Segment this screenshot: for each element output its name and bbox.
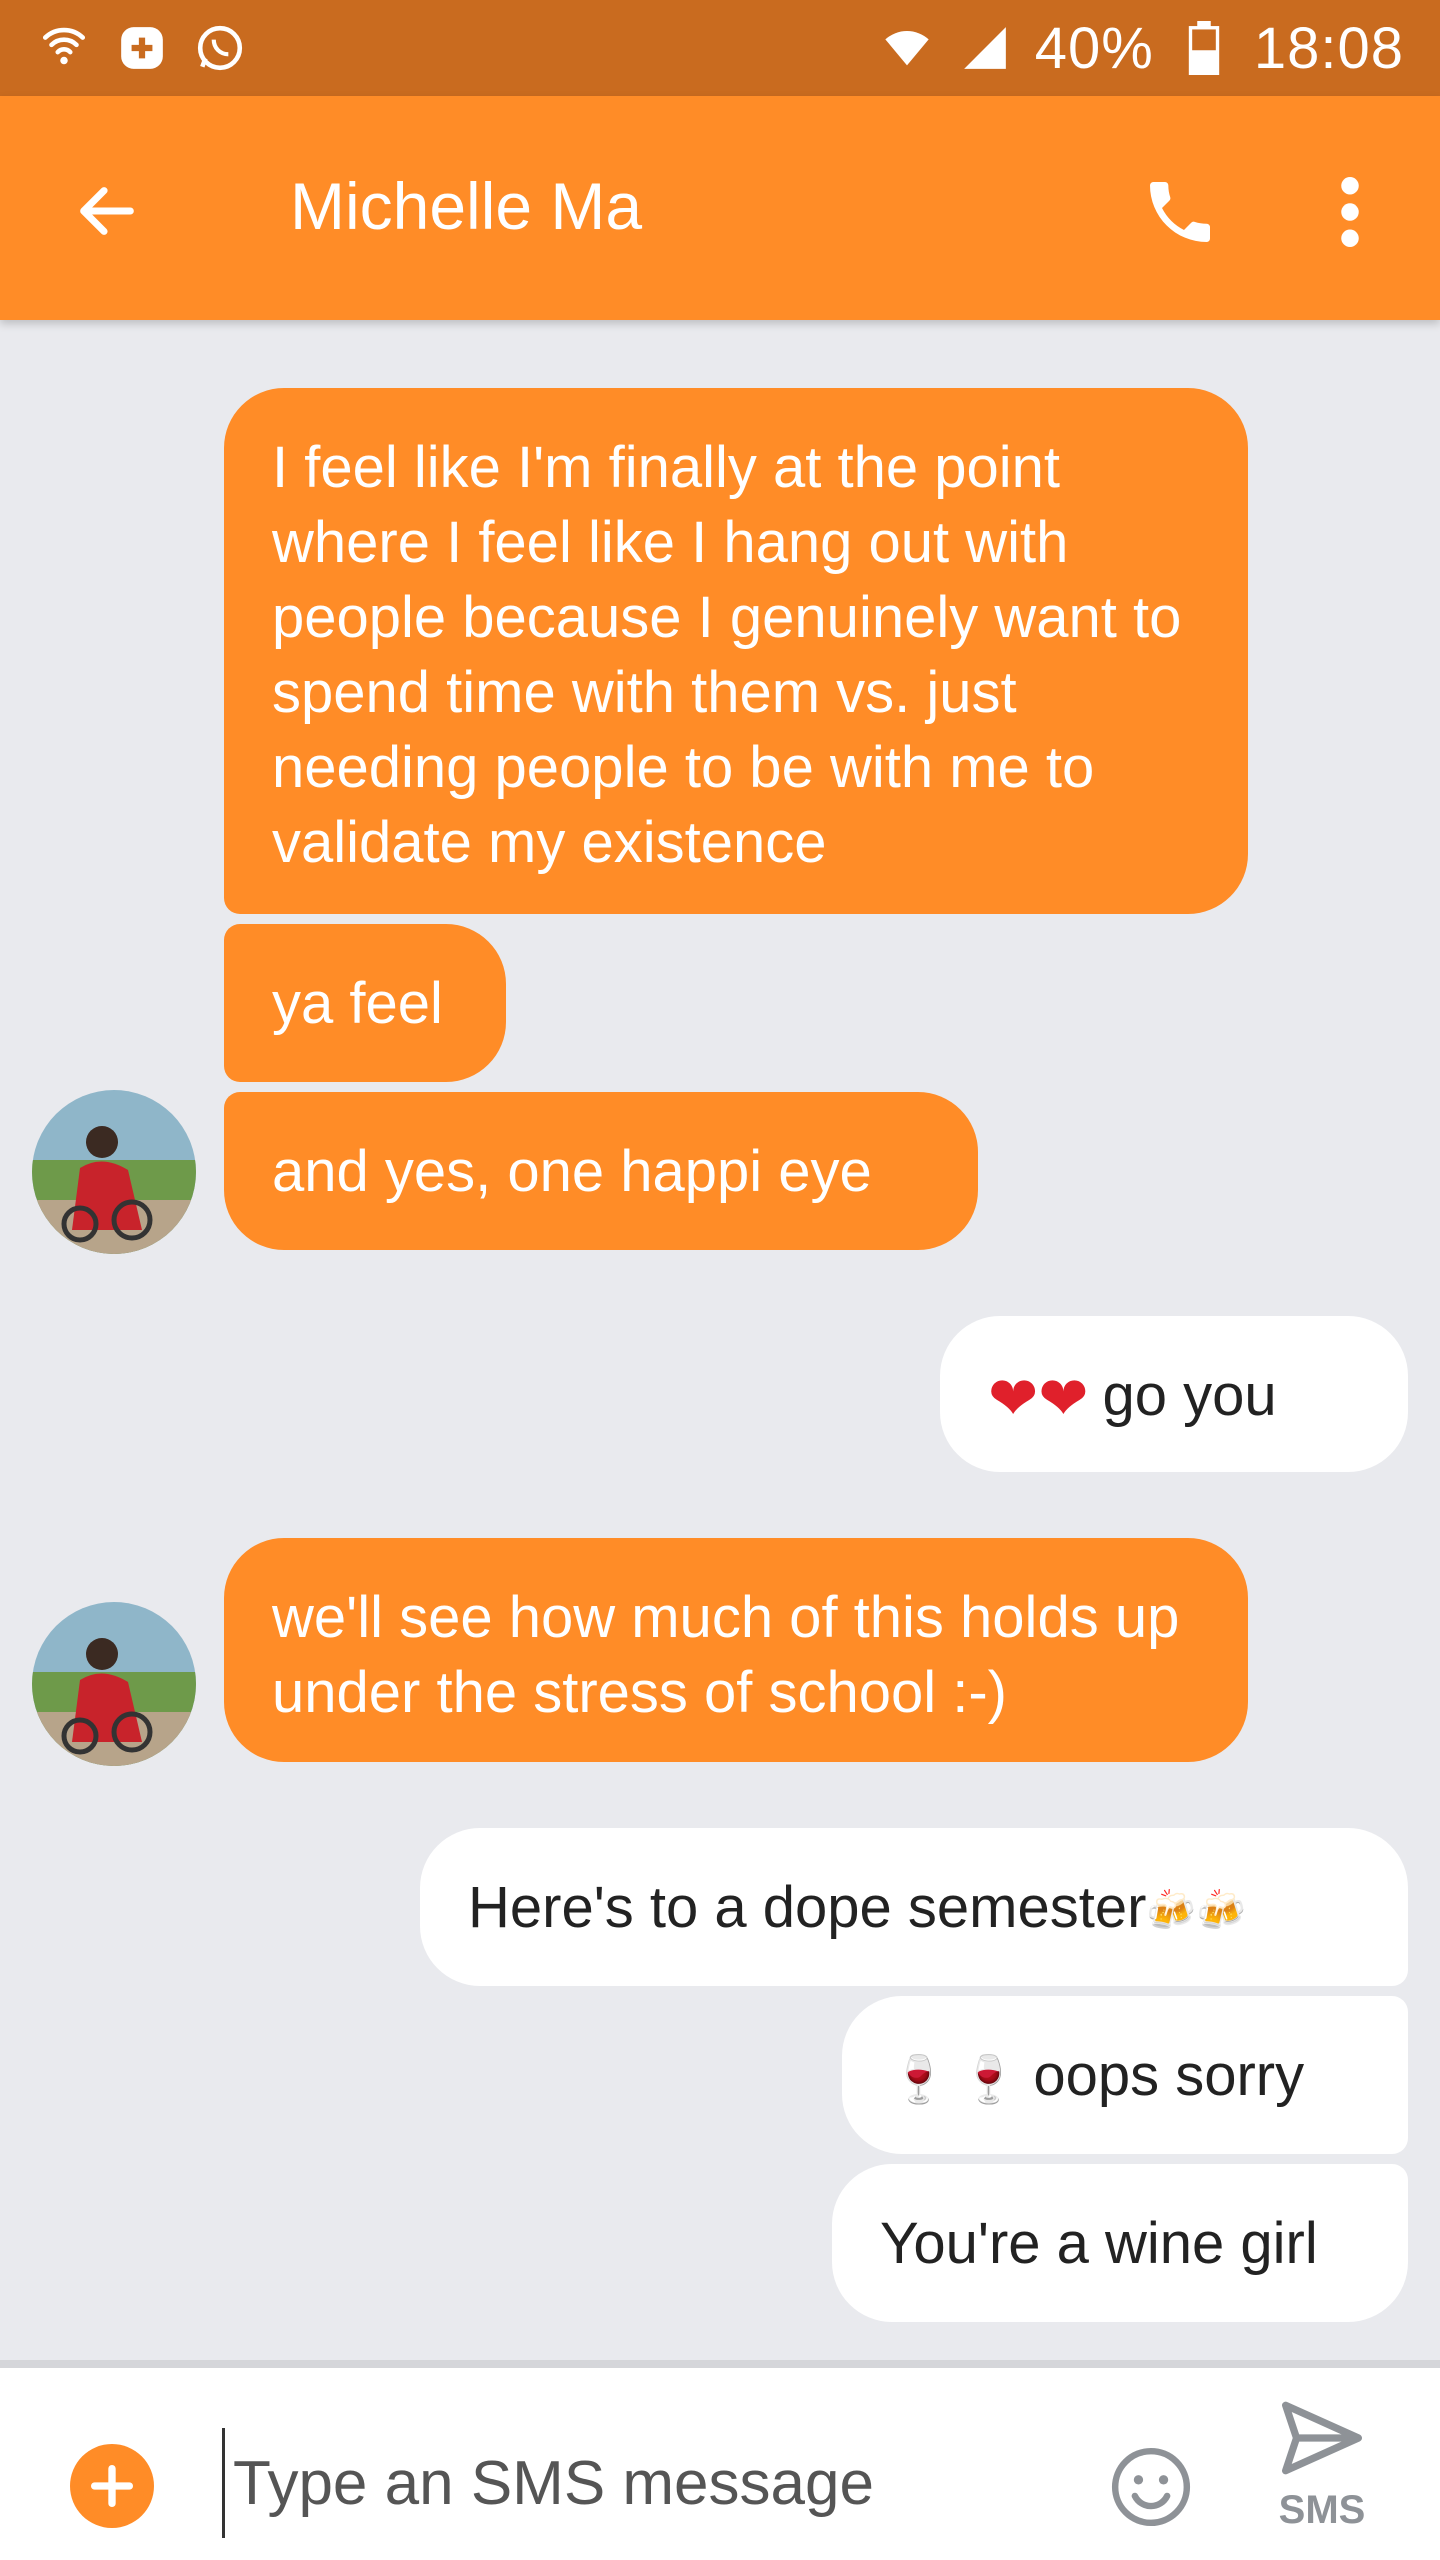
beer-emoji: 🍻🍻	[1146, 1889, 1247, 1934]
message-composer: SMS	[0, 2360, 1440, 2560]
message-bubble-incoming[interactable]: and yes, one happi eye	[224, 1092, 978, 1250]
battery-icon	[1176, 20, 1232, 76]
attach-button[interactable]	[70, 2444, 154, 2528]
message-bubble-outgoing[interactable]: ❤❤ go you	[940, 1316, 1408, 1472]
emoji-button[interactable]	[1108, 2444, 1194, 2530]
message-text: ya feel	[272, 971, 443, 1036]
message-bubble-incoming[interactable]: ya feel	[224, 924, 506, 1082]
message-bubble-incoming[interactable]: we'll see how much of this holds up unde…	[224, 1538, 1248, 1762]
avatar-photo	[32, 1090, 196, 1254]
wifi-call-icon	[36, 20, 92, 76]
heart-emoji: ❤❤	[988, 1364, 1089, 1435]
message-bubble-outgoing[interactable]: 🍷 🍷 oops sorry	[842, 1996, 1408, 2154]
plus-icon	[90, 2464, 134, 2508]
contact-avatar[interactable]	[32, 1602, 196, 1766]
battery-percent: 40%	[1034, 15, 1154, 81]
send-icon	[1281, 2401, 1362, 2475]
wine-glass-emoji: 🍷 🍷	[890, 2053, 1018, 2106]
message-text: we'll see how much of this holds up unde…	[272, 1585, 1180, 1725]
clock: 18:08	[1253, 15, 1404, 81]
message-text: Here's to a dope semester	[468, 1875, 1147, 1940]
back-button[interactable]	[62, 166, 152, 256]
message-input[interactable]	[222, 2428, 1042, 2538]
conversation-title: Michelle Ma	[290, 169, 643, 243]
send-button[interactable]: SMS	[1262, 2398, 1382, 2548]
call-button[interactable]	[1130, 162, 1230, 262]
message-text: I feel like I'm finally at the point whe…	[272, 435, 1182, 875]
phone-icon	[1150, 182, 1210, 242]
health-plus-icon	[114, 20, 170, 76]
app-bar: Michelle Ma	[0, 96, 1440, 320]
wifi-icon	[879, 20, 935, 76]
send-label: SMS	[1278, 2488, 1366, 2532]
status-right-icons: 40% 18:08	[879, 15, 1404, 82]
whatsapp-icon	[192, 20, 248, 76]
message-bubble-incoming[interactable]: I feel like I'm finally at the point whe…	[224, 388, 1248, 914]
arrow-left-icon	[80, 187, 134, 235]
message-bubble-outgoing[interactable]: You're a wine girl	[832, 2164, 1408, 2322]
status-left-icons	[36, 20, 248, 76]
more-vertical-icon	[1341, 177, 1359, 247]
contact-avatar[interactable]	[32, 1090, 196, 1254]
message-text: You're a wine girl	[880, 2211, 1318, 2276]
more-options-button[interactable]	[1310, 162, 1390, 262]
signal-icon	[957, 20, 1013, 76]
message-text: and yes, one happi eye	[272, 1139, 872, 1204]
message-bubble-outgoing[interactable]: Here's to a dope semester🍻🍻	[420, 1828, 1408, 1986]
avatar-photo	[32, 1602, 196, 1766]
status-bar: 40% 18:08	[0, 0, 1440, 96]
smiley-icon	[1111, 2447, 1191, 2527]
message-text: oops sorry	[1033, 2043, 1305, 2108]
message-text: go you	[1102, 1363, 1277, 1428]
